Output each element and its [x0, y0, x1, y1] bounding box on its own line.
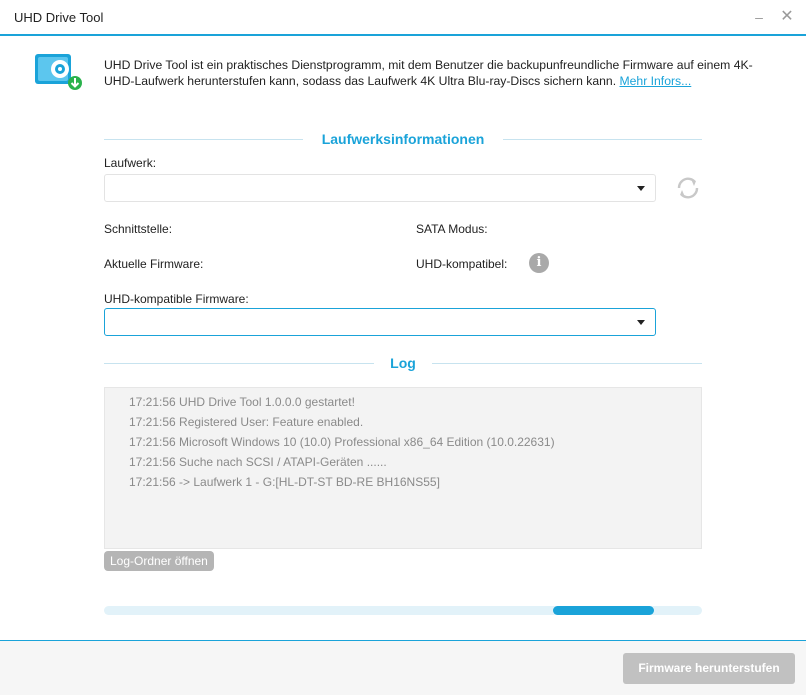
uhd-firmware-select[interactable] — [104, 308, 656, 336]
chevron-down-icon — [637, 186, 645, 191]
close-button[interactable]: ✕ — [778, 8, 796, 26]
section-line-left — [104, 139, 303, 140]
downgrade-firmware-button[interactable]: Firmware herunterstufen — [623, 653, 795, 684]
log-entry: 17:21:56 Registered User: Feature enable… — [129, 415, 364, 429]
minimize-button[interactable]: – — [750, 8, 768, 26]
disc-drive-download-icon — [35, 54, 82, 90]
log-title: Log — [390, 355, 416, 371]
drive-info-title: Laufwerksinformationen — [321, 131, 485, 147]
log-entry: 17:21:56 -> Laufwerk 1 - G:[HL-DT-ST BD-… — [129, 475, 440, 489]
interface-label: Schnittstelle: — [104, 222, 173, 236]
drive-select[interactable] — [104, 174, 656, 202]
more-info-link[interactable]: Mehr Infors... — [619, 74, 691, 88]
chevron-down-icon — [637, 320, 645, 325]
uhd-compatible-label: UHD-kompatibel: — [416, 257, 508, 271]
sata-mode-label: SATA Modus: — [416, 222, 488, 236]
section-line-right — [503, 139, 702, 140]
progress-indicator — [552, 606, 655, 615]
title-separator — [0, 34, 806, 36]
current-firmware-label: Aktuelle Firmware: — [104, 257, 204, 271]
log-entry: 17:21:56 Suche nach SCSI / ATAPI-Geräten… — [129, 455, 387, 469]
refresh-icon[interactable] — [674, 174, 702, 202]
log-line-right — [432, 363, 702, 364]
intro-text: UHD Drive Tool ist ein praktisches Diens… — [104, 57, 776, 89]
log-entry: 17:21:56 UHD Drive Tool 1.0.0.0 gestarte… — [129, 395, 355, 409]
title-bar: UHD Drive Tool – ✕ — [0, 0, 806, 34]
progress-bar — [104, 606, 702, 615]
info-icon[interactable]: i — [529, 253, 549, 273]
window-title: UHD Drive Tool — [14, 10, 104, 25]
footer-bar: Firmware herunterstufen — [0, 641, 806, 695]
open-log-folder-button[interactable]: Log-Ordner öffnen — [104, 551, 214, 571]
log-output[interactable]: 17:21:56 UHD Drive Tool 1.0.0.0 gestarte… — [104, 387, 702, 549]
uhd-firmware-label: UHD-kompatible Firmware: — [104, 292, 249, 306]
log-entry: 17:21:56 Microsoft Windows 10 (10.0) Pro… — [129, 435, 555, 449]
log-line-left — [104, 363, 374, 364]
drive-label: Laufwerk: — [104, 156, 157, 170]
